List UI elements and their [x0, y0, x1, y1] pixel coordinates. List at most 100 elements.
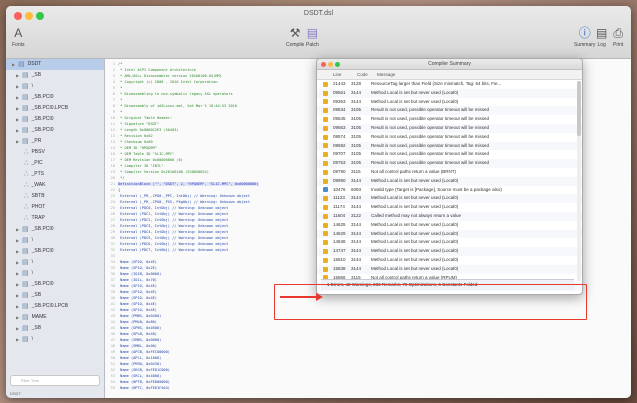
tree-item-label: \ — [31, 259, 34, 265]
code-text: External (PDC2, IntObj) // Warning: Unkn… — [118, 218, 229, 222]
message-line: 09707 — [333, 151, 346, 157]
tree-item[interactable]: ∴ SBTB — [6, 191, 104, 202]
tree-item[interactable]: ▶ ▤ DSDT — [6, 59, 104, 70]
summary-message-row[interactable]: 09545 3105 Result is not used, possible op… — [317, 115, 582, 124]
summary-message-row[interactable]: 09990 3144 Method Local is set but never u… — [317, 176, 582, 186]
message-code: 3144 — [351, 265, 362, 271]
tree-item[interactable]: ∴ _PTS — [6, 169, 104, 180]
code-text: Name (SP1O, 0x4E) — [118, 302, 157, 306]
tree-item[interactable]: ▶ ▤ _SB.PCI0.LPCB — [6, 103, 104, 114]
warning-icon — [323, 81, 328, 87]
tree-item[interactable]: ∴ PHOT — [6, 202, 104, 213]
tree-item[interactable]: ▶ ▤ _SB.PCI0 — [6, 114, 104, 125]
column-header-line[interactable]: Line — [317, 70, 357, 79]
tree-item[interactable]: ▶ ▤ _SB.PCI0 — [6, 279, 104, 290]
summary-message-row[interactable]: 14747 3144 Method Local is set but never u… — [317, 247, 582, 256]
message-text: Method Local is set but never used (Loca… — [371, 256, 459, 262]
code-text: * Copyright (c) 2000 - 2016 Intel Corpor… — [118, 80, 218, 84]
summary-message-row[interactable]: 09707 3105 Result is not used, possible op… — [317, 150, 582, 159]
message-text: Method Local is set but never used (Loca… — [371, 265, 459, 271]
folder-icon: ▤ — [22, 226, 29, 233]
summary-message-row[interactable]: 11123 3144 Method Local is set but never u… — [317, 194, 582, 204]
summary-message-row[interactable]: 09561 3144 Method Local is set but never u… — [317, 88, 582, 98]
dialog-minimize-button[interactable] — [328, 62, 333, 67]
code-text: Name (SMBL, 0x00) — [118, 344, 157, 348]
summary-message-row[interactable]: 21443 3128 ResourceTag larger than Field (… — [317, 80, 582, 89]
summary-message-row[interactable]: 09574 3105 Result is not used, possible op… — [317, 133, 582, 142]
log-button[interactable]: ▤ Log — [596, 26, 607, 48]
summary-message-row[interactable]: 14629 3144 Method Local is set but never u… — [317, 229, 582, 239]
dialog-scrollbar-thumb[interactable] — [577, 81, 581, 136]
warning-icon — [323, 161, 328, 167]
patch-button[interactable]: ▤ Patch — [306, 26, 319, 48]
message-code: 3144 — [351, 204, 362, 210]
summary-message-row[interactable]: 11604 3122 Called method may not always re… — [317, 211, 582, 221]
code-text: External (PDC7, IntObj) // Warning: Unkn… — [118, 248, 229, 252]
tree-item-label: PHOT — [31, 204, 46, 210]
summary-message-row[interactable]: 14638 3144 Method Local is set but never u… — [317, 238, 582, 247]
tree-item[interactable]: ▶ ▤ _SB.PCI0 — [6, 92, 104, 103]
summary-message-row[interactable]: 15810 3144 Method Local is set but never u… — [317, 256, 582, 265]
folder-icon: ▤ — [22, 336, 29, 343]
code-text: Name (SP1O, 0x4E) — [118, 296, 157, 300]
summary-message-row[interactable]: 15838 3144 Method Local is set but never u… — [317, 264, 582, 274]
tree-item[interactable]: ▶ ▤ \ — [6, 81, 104, 92]
folder-icon: ▤ — [18, 61, 25, 68]
summary-message-row[interactable]: 11174 3144 Method Local is set but never u… — [317, 203, 582, 212]
code-text: * Intel ACPI Component Architecture — [118, 68, 196, 72]
info-icon: ⓘ — [578, 26, 591, 40]
summary-message-row[interactable]: 09592 3105 Result is not used, possible op… — [317, 141, 582, 151]
print-button[interactable]: ⎙ Print — [613, 26, 623, 48]
annotation-arrow-head — [316, 293, 323, 301]
tree-item[interactable]: ▶ ▤ _SB — [6, 70, 104, 81]
tree-list: ▶ ▤ DSDT ▶ ▤ _SB ▶ ▤ \ ▶ ▤ _SB.PCI0 ▶ ▤ _SB.PCI0.LPCB ▶… — [6, 59, 104, 345]
tree-item[interactable]: ▶ ▤ _SB — [6, 323, 104, 334]
message-line: 09545 — [333, 116, 346, 122]
code-line[interactable]: 32 External (PDC7, IntObj) // Warning: U… — [105, 247, 229, 254]
column-header-code[interactable]: Code — [357, 70, 377, 79]
summary-button[interactable]: ⓘ Summary — [574, 26, 595, 48]
message-line: 09990 — [333, 177, 346, 183]
compile-button[interactable]: ⚒ Compile — [286, 26, 304, 48]
summary-message-row[interactable]: 09790 3115 Not all control paths return a … — [317, 168, 582, 177]
warning-icon — [323, 266, 328, 272]
filter-tree-input[interactable]: Filter Tree — [10, 375, 100, 386]
tree-item[interactable]: ∴ _PIC — [6, 158, 104, 169]
tree-item[interactable]: ∴ _WAK — [6, 180, 104, 191]
dialog-scrollbar[interactable] — [577, 81, 581, 281]
tree-item[interactable]: ▶ ▤ \ — [6, 257, 104, 268]
fonts-button[interactable]: A Fonts — [12, 26, 25, 48]
summary-message-row[interactable]: 09563 3105 Result is not used, possible op… — [317, 123, 582, 133]
tree-item[interactable]: ▶ ▤ MAME — [6, 312, 104, 323]
code-text: Name (GPLN, 0x40) — [118, 332, 157, 336]
message-line: 11174 — [333, 204, 345, 210]
tree-item[interactable]: ▶ ▤ _SB.PCI0 — [6, 125, 104, 136]
code-line[interactable]: 6 * Disassembling to non-symbolic legacy… — [105, 91, 233, 98]
message-text: Method Local is set but never used (Loca… — [371, 239, 459, 245]
tree-item[interactable]: ▶ ▤ _SB — [6, 290, 104, 301]
tree-item[interactable]: ▶ ▤ _SB.PCI0.LPCB — [6, 301, 104, 312]
summary-message-row[interactable]: 14625 3144 Method Local is set but never u… — [317, 221, 582, 230]
code-line[interactable]: 21 DefinitionBlock ("", "DSDT", 2, "HPQOE… — [105, 181, 259, 188]
summary-message-row[interactable]: 09363 3144 Method Local is set but never u… — [317, 98, 582, 107]
warning-icon — [323, 222, 328, 228]
column-header-message[interactable]: Message — [377, 70, 582, 79]
dialog-close-button[interactable] — [321, 62, 326, 67]
tree-item[interactable]: ▶ ▤ \ — [6, 334, 104, 345]
tree-item[interactable]: ▶ ▤ _SB.PCI0 — [6, 224, 104, 235]
tree-item[interactable]: ∴ TRAP — [6, 213, 104, 224]
tree-item-label: _SB.PCI0 — [31, 281, 54, 287]
summary-message-row[interactable]: 10476 6093 Invalid type (Target is [Packag… — [317, 186, 582, 195]
summary-message-row[interactable]: 09753 3105 Result is not used, possible op… — [317, 159, 582, 168]
method-icon: ∴ — [24, 193, 29, 200]
code-line[interactable]: 55 Name (HPTC, 0xFED1F404) — [105, 385, 170, 392]
tree-item[interactable]: ▶ ▤ _PR — [6, 136, 104, 147]
dialog-zoom-button[interactable] — [335, 62, 340, 67]
tree-item[interactable]: ▶ ▤ \ — [6, 268, 104, 279]
tree-item[interactable]: ▶ ▤ _SB.PCI0 — [6, 246, 104, 257]
summary-message-row[interactable]: 09534 3105 Result is not used, possible op… — [317, 106, 582, 116]
code-text: /* — [118, 62, 123, 66]
tree-item[interactable]: ∴ PBSV — [6, 147, 104, 158]
tree-item[interactable]: ▶ ▤ \ — [6, 235, 104, 246]
code-line[interactable]: 8 * Disassembly of iASLxxxx.aml, Sat Mar… — [105, 103, 237, 110]
